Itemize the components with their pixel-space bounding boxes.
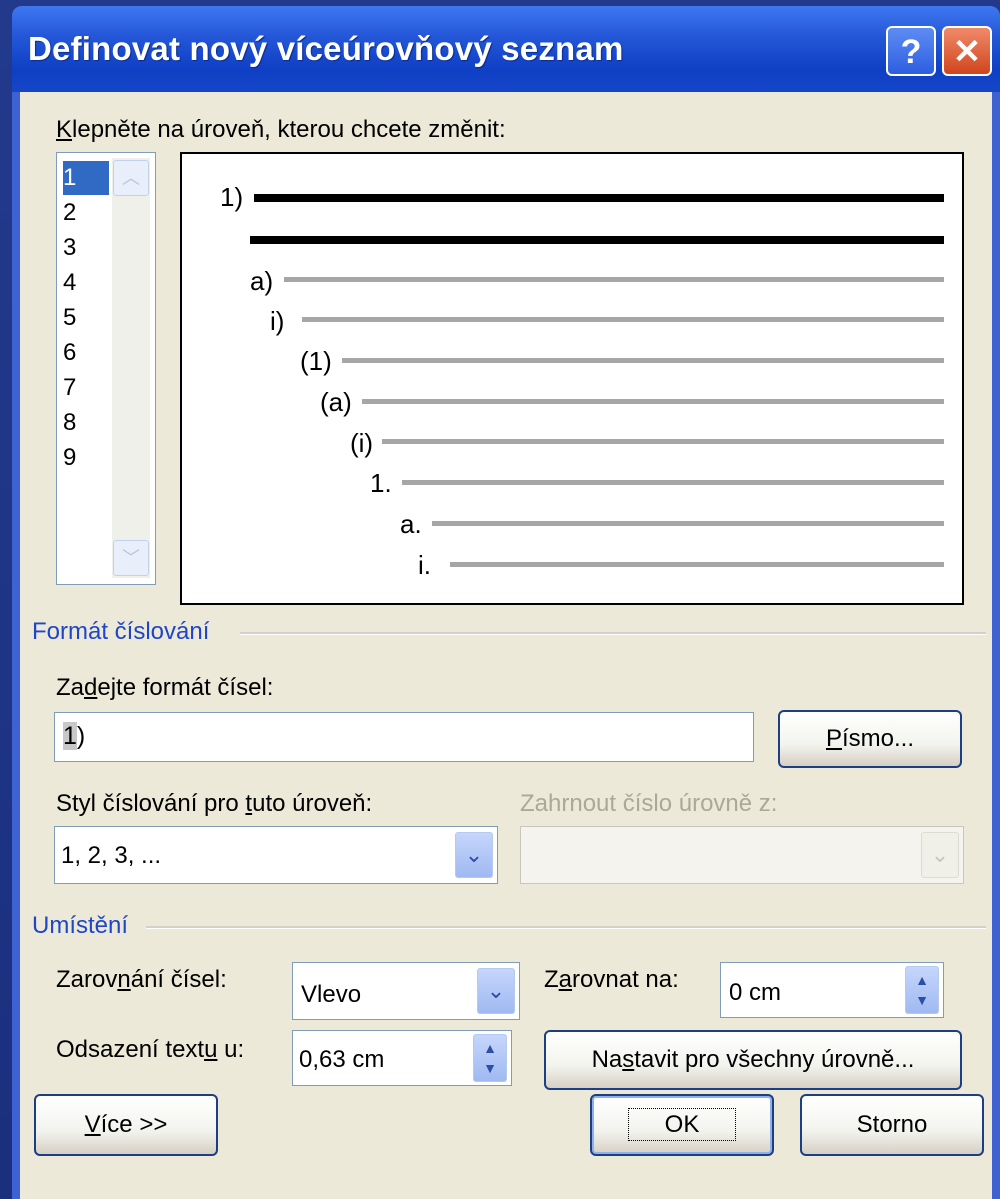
text-indent-spinner[interactable]: ▲ ▼ xyxy=(473,1034,507,1082)
preview-label: 1) xyxy=(220,182,244,212)
spin-down-icon: ▼ xyxy=(915,992,929,1008)
chevron-down-icon: ⌄ xyxy=(464,842,484,867)
scroll-down-button[interactable]: ﹀ xyxy=(113,540,149,576)
align-at-spinner[interactable]: ▲ ▼ xyxy=(905,966,939,1014)
preview-label: 1. xyxy=(370,468,392,498)
preview-line xyxy=(362,399,944,404)
position-section-title: Umístění xyxy=(32,912,129,939)
spin-down-icon: ▼ xyxy=(483,1060,497,1076)
dropdown-button[interactable]: ⌄ xyxy=(477,968,515,1014)
preview-line xyxy=(402,480,944,485)
preview-line xyxy=(250,236,944,244)
help-icon: ? xyxy=(900,33,922,71)
align-at-input[interactable]: 0 cm ▲ ▼ xyxy=(720,962,944,1018)
more-button[interactable]: Více >> xyxy=(34,1094,218,1156)
level-item[interactable]: 2 xyxy=(63,196,109,230)
level-item[interactable]: 4 xyxy=(63,266,109,300)
preview-label: a. xyxy=(400,509,422,539)
close-button[interactable]: ✕ xyxy=(942,26,992,76)
include-level-label: Zahrnout číslo úrovně z: xyxy=(520,790,778,817)
cancel-button[interactable]: Storno xyxy=(800,1094,984,1156)
preview-line xyxy=(450,562,944,567)
numbering-style-value: 1, 2, 3, ... xyxy=(61,842,162,869)
level-item[interactable]: 5 xyxy=(63,301,109,335)
text-indent-input[interactable]: 0,63 cm ▲ ▼ xyxy=(292,1030,512,1086)
preview-label: (i) xyxy=(350,428,374,458)
dropdown-button[interactable]: ⌄ xyxy=(455,832,493,878)
preview-line xyxy=(432,521,944,526)
dialog-title: Definovat nový víceúrovňový seznam xyxy=(28,30,624,67)
level-item[interactable]: 6 xyxy=(63,336,109,370)
numbering-style-select[interactable]: 1, 2, 3, ... ⌄ xyxy=(54,826,498,884)
preview-line xyxy=(302,317,944,322)
preview-line xyxy=(342,358,944,363)
spin-up-icon: ▲ xyxy=(915,972,929,988)
spin-up-icon: ▲ xyxy=(483,1040,497,1056)
font-button[interactable]: Písmo... xyxy=(778,710,962,768)
help-button[interactable]: ? xyxy=(886,26,936,76)
chevron-down-icon: ⌄ xyxy=(486,978,506,1003)
scroll-up-button[interactable]: ︿ xyxy=(113,160,149,196)
level-item[interactable]: 7 xyxy=(63,371,109,405)
preview-label: (1) xyxy=(300,346,332,376)
format-number-placeholder: 1 xyxy=(63,722,77,750)
level-item[interactable]: 8 xyxy=(63,406,109,440)
chevron-down-icon: ⌄ xyxy=(930,842,950,867)
text-indent-value: 0,63 cm xyxy=(299,1046,385,1073)
preview-label: i) xyxy=(270,306,285,336)
close-icon: ✕ xyxy=(952,33,982,71)
ok-button[interactable]: OK xyxy=(590,1094,774,1156)
level-item[interactable]: 1 xyxy=(63,161,109,195)
format-suffix: ) xyxy=(76,722,86,750)
level-scrollbar[interactable] xyxy=(112,158,150,578)
number-alignment-select[interactable]: Vlevo ⌄ xyxy=(292,962,520,1020)
numbering-style-label: Styl číslování pro tuto úroveň: xyxy=(56,790,373,817)
chevron-down-icon: ﹀ xyxy=(122,548,140,568)
preview-label: i. xyxy=(418,550,431,580)
list-preview: 1) a) i) (1) (a) (i) 1. a. i. xyxy=(180,152,964,605)
number-alignment-label: Zarovnání čísel: xyxy=(56,966,227,993)
levels-label: Klepněte na úroveň, kterou chcete změnit… xyxy=(56,116,506,143)
dropdown-button-disabled: ⌄ xyxy=(921,832,959,878)
level-item[interactable]: 3 xyxy=(63,231,109,265)
ok-label: OK xyxy=(627,1108,737,1141)
level-item[interactable]: 9 xyxy=(63,441,109,475)
align-at-value: 0 cm xyxy=(729,979,782,1006)
number-alignment-value: Vlevo xyxy=(301,981,362,1008)
preview-line xyxy=(382,439,944,444)
include-level-select: ⌄ xyxy=(520,826,964,884)
align-at-label: Zarovnat na: xyxy=(544,966,679,993)
preview-line xyxy=(284,277,944,282)
preview-label: (a) xyxy=(320,387,352,417)
preview-line xyxy=(254,194,944,202)
text-indent-label: Odsazení textu u: xyxy=(56,1036,245,1063)
section-divider xyxy=(240,632,986,635)
number-format-input[interactable]: 1) xyxy=(54,712,754,762)
preview-label: a) xyxy=(250,266,274,296)
format-section-title: Formát číslování xyxy=(32,618,210,645)
number-format-label: Zadejte formát čísel: xyxy=(56,674,274,701)
chevron-up-icon: ︿ xyxy=(122,168,140,188)
section-divider xyxy=(146,926,986,929)
set-for-all-levels-button[interactable]: Nastavit pro všechny úrovně... xyxy=(544,1030,962,1090)
